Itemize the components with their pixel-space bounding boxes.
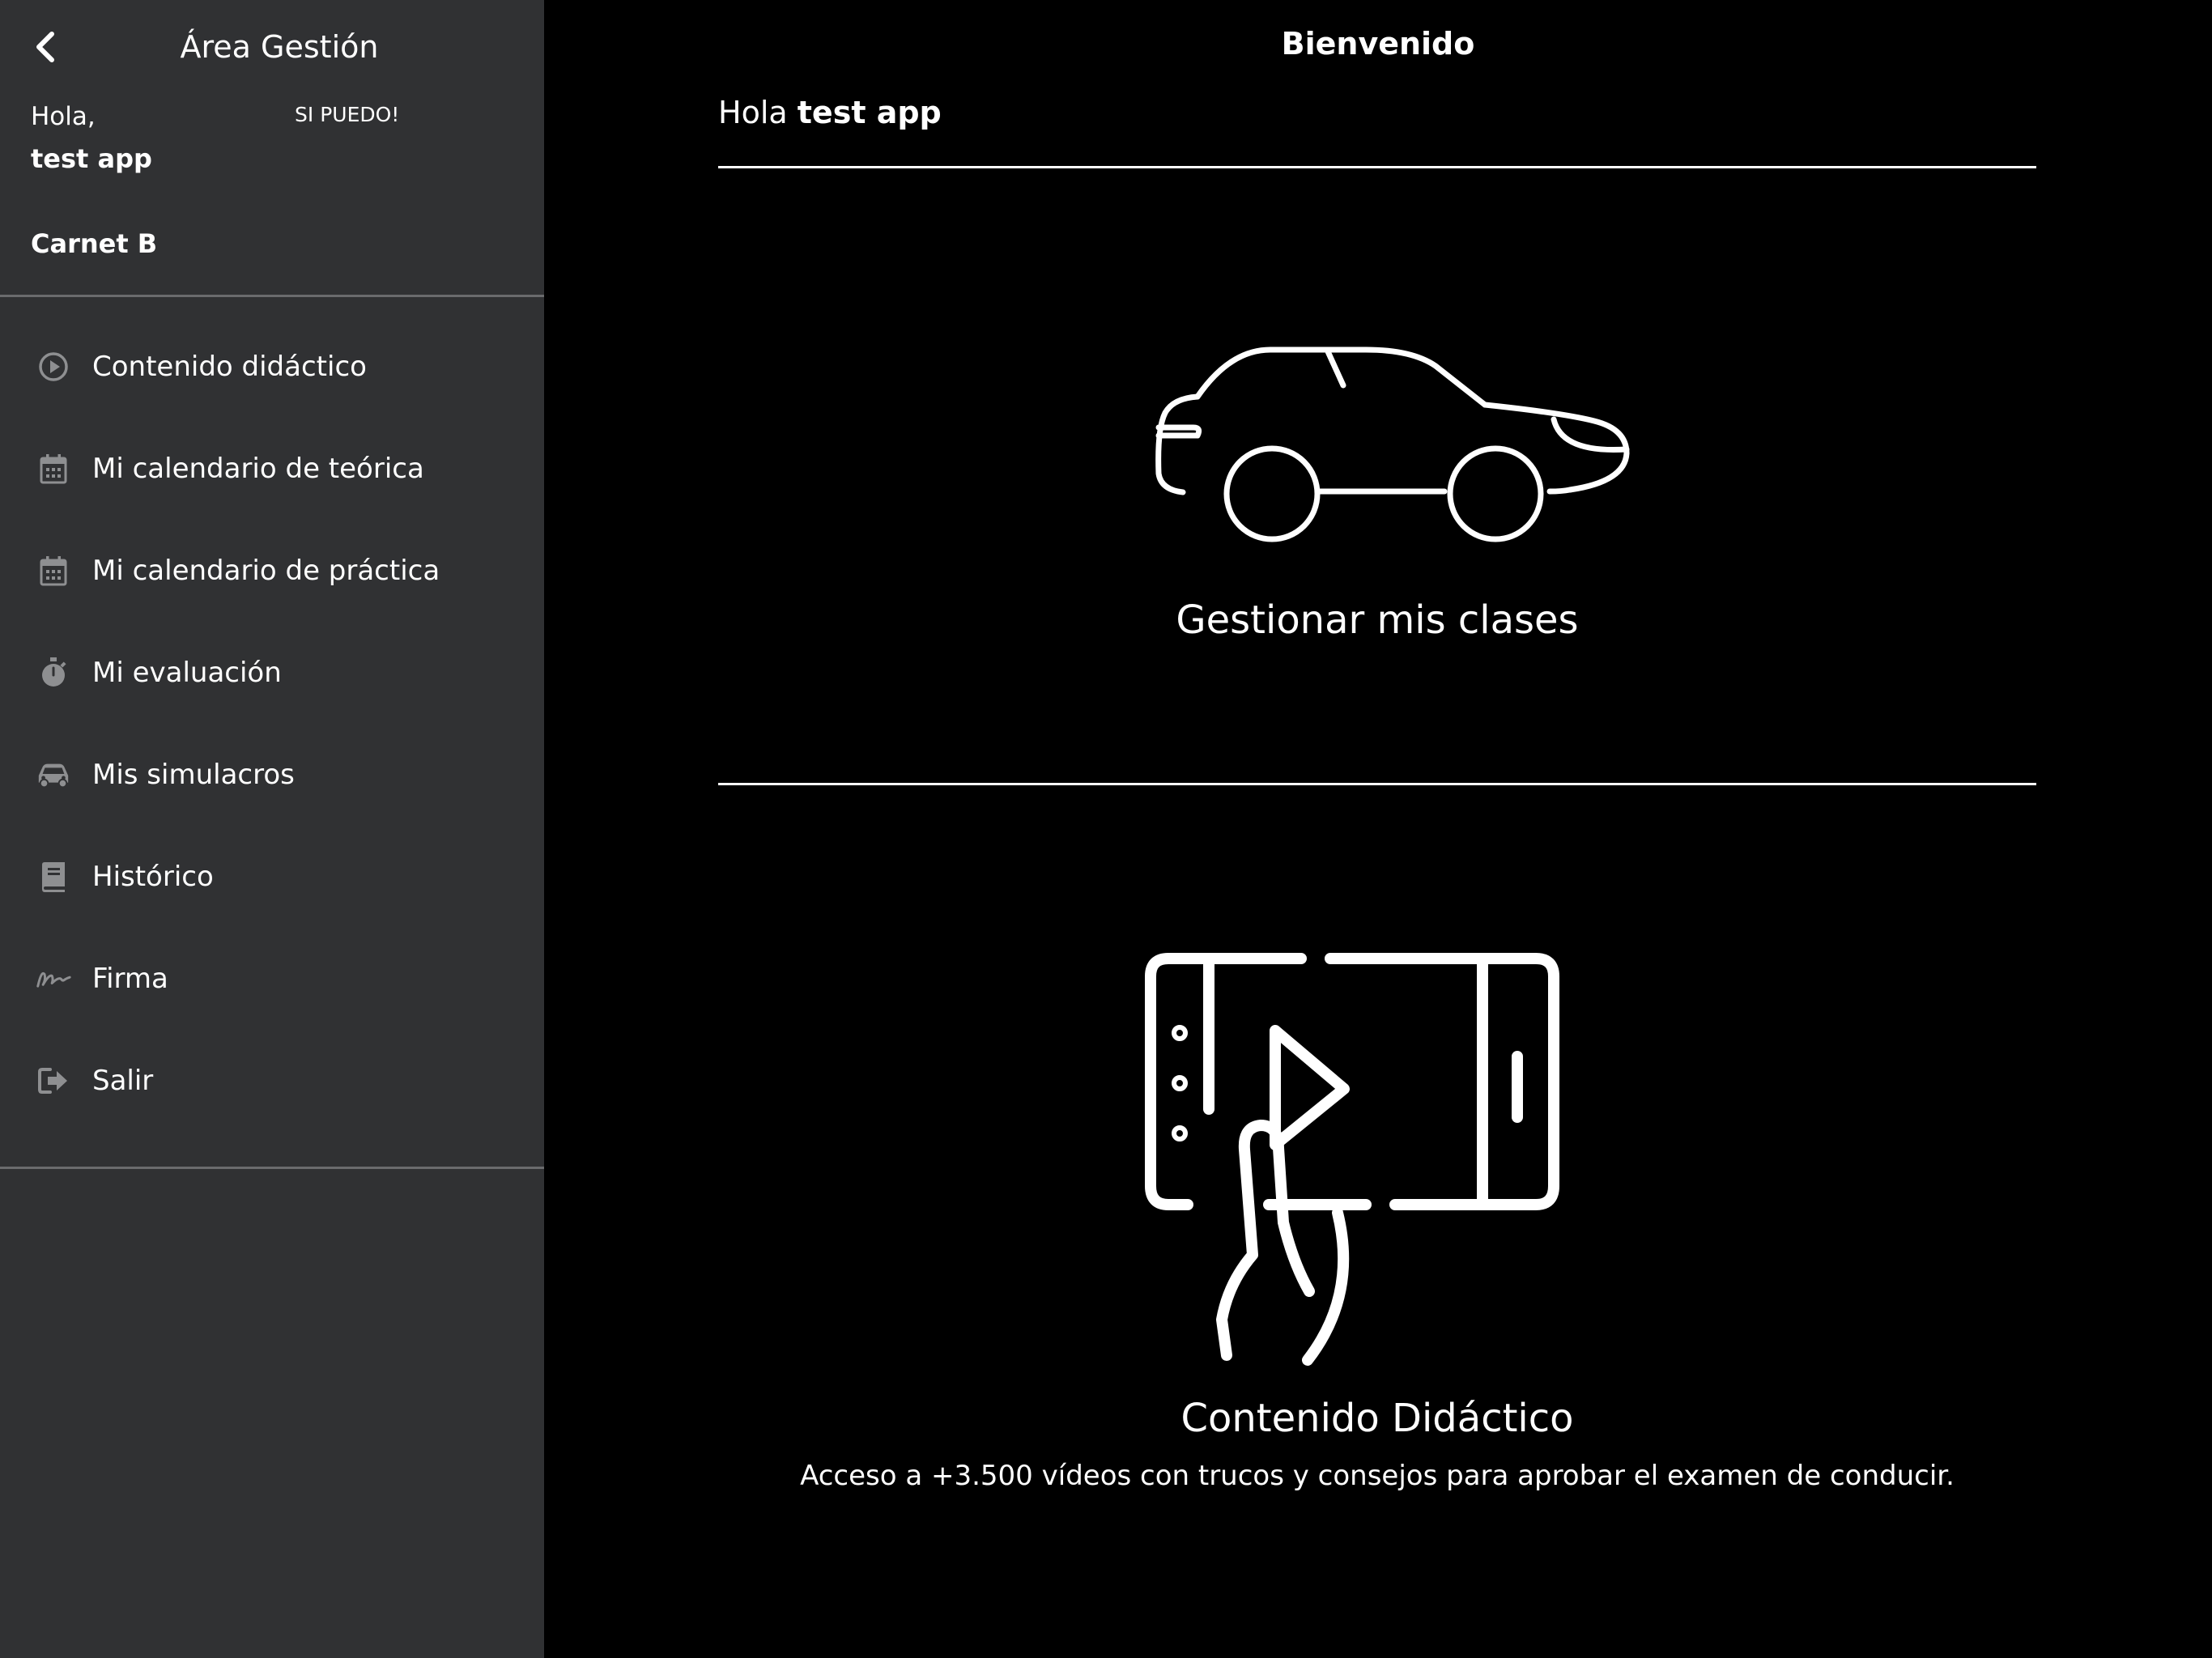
card-title: Gestionar mis clases	[1176, 597, 1579, 643]
menu-item-label: Histórico	[92, 861, 214, 893]
calendar-icon	[36, 553, 71, 589]
hello-name: test app	[797, 95, 942, 130]
sidebar-title: Área Gestión	[180, 29, 379, 65]
sidebar: Área Gestión Hola, test app SI PUEDO! Ca…	[0, 0, 544, 1658]
menu-item-contenido-didactico[interactable]: Contenido didáctico	[0, 316, 544, 418]
sidebar-header: Área Gestión	[0, 0, 544, 94]
logout-icon	[36, 1063, 71, 1099]
main-content: Bienvenido Hola test app Gestionar mis c…	[544, 0, 2212, 1658]
sidebar-divider	[0, 295, 544, 297]
menu-item-evaluacion[interactable]: Mi evaluación	[0, 622, 544, 724]
menu-item-label: Salir	[92, 1065, 154, 1097]
car-icon	[36, 757, 71, 793]
hello-line: Hola test app	[718, 91, 942, 134]
menu-item-simulacros[interactable]: Mis simulacros	[0, 724, 544, 826]
card-title: Contenido Didáctico	[1180, 1396, 1574, 1441]
app: Área Gestión Hola, test app SI PUEDO! Ca…	[0, 0, 2212, 1658]
menu-item-label: Mis simulacros	[92, 759, 295, 791]
greeting-label: Hola,	[31, 102, 96, 131]
tablet-video-icon	[1145, 953, 1559, 1366]
signature-icon	[36, 961, 71, 997]
user-name: test app	[31, 143, 152, 174]
car-outline-icon	[1155, 346, 1630, 542]
sidebar-divider	[0, 1167, 544, 1169]
licence-type: Carnet B	[31, 228, 158, 259]
page-title: Bienvenido	[1281, 26, 1475, 62]
menu-item-calendario-teorica[interactable]: Mi calendario de teórica	[0, 418, 544, 520]
menu-item-label: Mi calendario de práctica	[92, 555, 440, 587]
menu-item-label: Firma	[92, 963, 168, 995]
menu-item-label: Mi evaluación	[92, 657, 282, 689]
hello-prefix: Hola	[718, 95, 788, 130]
slogan: SI PUEDO!	[295, 103, 400, 126]
calendar-icon	[36, 451, 71, 487]
didactic-content-card[interactable]: Contenido Didáctico Acceso a +3.500 víde…	[718, 907, 2036, 1522]
menu-item-label: Mi calendario de teórica	[92, 453, 424, 485]
menu-item-calendario-practica[interactable]: Mi calendario de práctica	[0, 520, 544, 622]
menu-item-label: Contenido didáctico	[92, 351, 367, 383]
main-divider	[718, 166, 2036, 168]
main-divider	[718, 783, 2036, 785]
menu-item-firma[interactable]: Firma	[0, 928, 544, 1030]
menu-item-historico[interactable]: Histórico	[0, 826, 544, 928]
stopwatch-icon	[36, 655, 71, 691]
play-circle-icon	[36, 349, 71, 385]
sidebar-menu: Contenido didáctico Mi calendario de teó…	[0, 316, 544, 1132]
card-description: Acceso a +3.500 vídeos con trucos y cons…	[800, 1460, 1955, 1492]
menu-item-salir[interactable]: Salir	[0, 1030, 544, 1132]
book-icon	[36, 859, 71, 895]
manage-classes-card[interactable]: Gestionar mis clases	[718, 243, 2036, 664]
